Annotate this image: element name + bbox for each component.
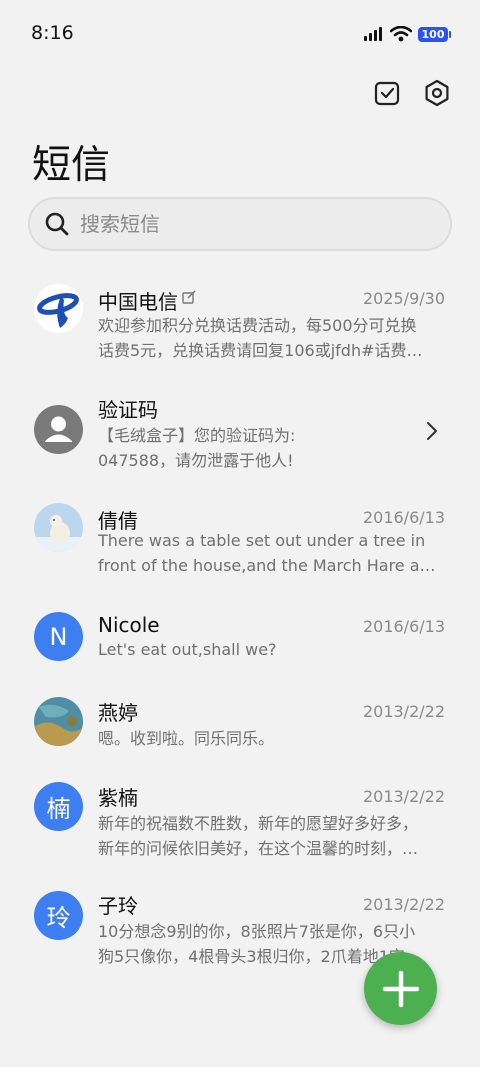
message-preview-line1: There was a table set out under a tree i…	[98, 531, 426, 550]
gear-icon	[425, 79, 449, 107]
contact-name: 验证码	[98, 398, 158, 422]
avatar	[34, 405, 83, 454]
message-item-verification-code[interactable]: 验证码 【毛绒盒子】您的验证码为: 047588，请勿泄露于他人!	[0, 394, 480, 494]
status-icons: 100	[364, 24, 451, 44]
plus-icon	[382, 970, 419, 1007]
message-preview-line1: 新年的祝福数不胜数，新年的愿望好多好多，	[98, 814, 419, 833]
contact-name: 倩倩	[98, 509, 138, 533]
contact-name: 燕婷	[98, 701, 138, 725]
message-preview-line1: 【毛绒盒子】您的验证码为:	[98, 426, 296, 445]
message-item-zinan[interactable]: 楠 紫楠 2013/2/22 新年的祝福数不胜数，新年的愿望好多好多， 新年的问…	[0, 782, 480, 882]
contact-name: 子玲	[98, 894, 138, 918]
chevron-right-icon	[427, 422, 437, 440]
message-preview-line2: 047588，请勿泄露于他人!	[98, 451, 294, 470]
message-preview-line1: Let's eat out,shall we?	[98, 640, 277, 659]
search-icon	[45, 212, 69, 236]
message-preview-line1: 嗯。收到啦。同乐同乐。	[98, 729, 275, 748]
message-preview-line1: 欢迎参加积分兑换话费活动，每500分可兑换	[98, 316, 417, 335]
message-preview-line2: 话费5元，兑换话费请回复106或jfdh#话费…	[98, 341, 423, 360]
avatar: N	[34, 612, 83, 661]
status-bar: 8:16 100	[0, 0, 480, 66]
person-icon	[45, 416, 72, 442]
page-title: 短信	[32, 143, 111, 188]
search-bar[interactable]	[28, 197, 452, 251]
message-date: 2016/6/13	[362, 617, 445, 636]
china-telecom-logo-icon	[34, 284, 83, 333]
avatar: 楠	[34, 782, 83, 831]
message-item-china-telecom[interactable]: 中国电信 2025/9/30 欢迎参加积分兑换话费活动，每500分可兑换 话费5…	[0, 284, 480, 384]
checkbox-icon	[374, 81, 400, 106]
message-date: 2013/2/22	[362, 895, 445, 914]
status-time: 8:16	[31, 22, 74, 44]
search-input[interactable]	[80, 212, 420, 236]
avatar	[34, 503, 83, 552]
edit-note-icon	[182, 290, 196, 304]
message-preview-line1: 10分想念9别的你，8张照片7张是你，6只小	[98, 922, 416, 941]
new-message-button[interactable]	[364, 952, 437, 1025]
wifi-icon	[390, 26, 412, 42]
multi-select-button[interactable]	[372, 78, 402, 108]
message-preview-line2: front of the house,and the March Hare an…	[98, 556, 444, 575]
message-item-qianqian[interactable]: 倩倩 2016/6/13 There was a table set out u…	[0, 503, 480, 603]
top-actions	[372, 78, 452, 108]
contact-name: 中国电信	[98, 290, 178, 314]
avatar	[34, 697, 83, 746]
landscape-photo-icon	[34, 697, 83, 746]
message-date: 2025/9/30	[362, 289, 445, 308]
signal-icon	[364, 27, 382, 41]
message-date: 2013/2/22	[362, 702, 445, 721]
contact-name: 紫楠	[98, 786, 138, 810]
message-date: 2016/6/13	[362, 508, 445, 527]
battery-level: 100	[421, 27, 445, 41]
avatar: 玲	[34, 891, 83, 940]
message-preview-line2: 新年的问候依旧美好，在这个温馨的时刻，…	[98, 839, 419, 858]
polar-bear-photo-icon	[34, 503, 83, 552]
battery-icon: 100	[418, 26, 451, 42]
avatar	[34, 284, 83, 333]
contact-name: Nicole	[98, 613, 160, 637]
settings-button[interactable]	[422, 78, 452, 108]
message-date: 2013/2/22	[362, 787, 445, 806]
